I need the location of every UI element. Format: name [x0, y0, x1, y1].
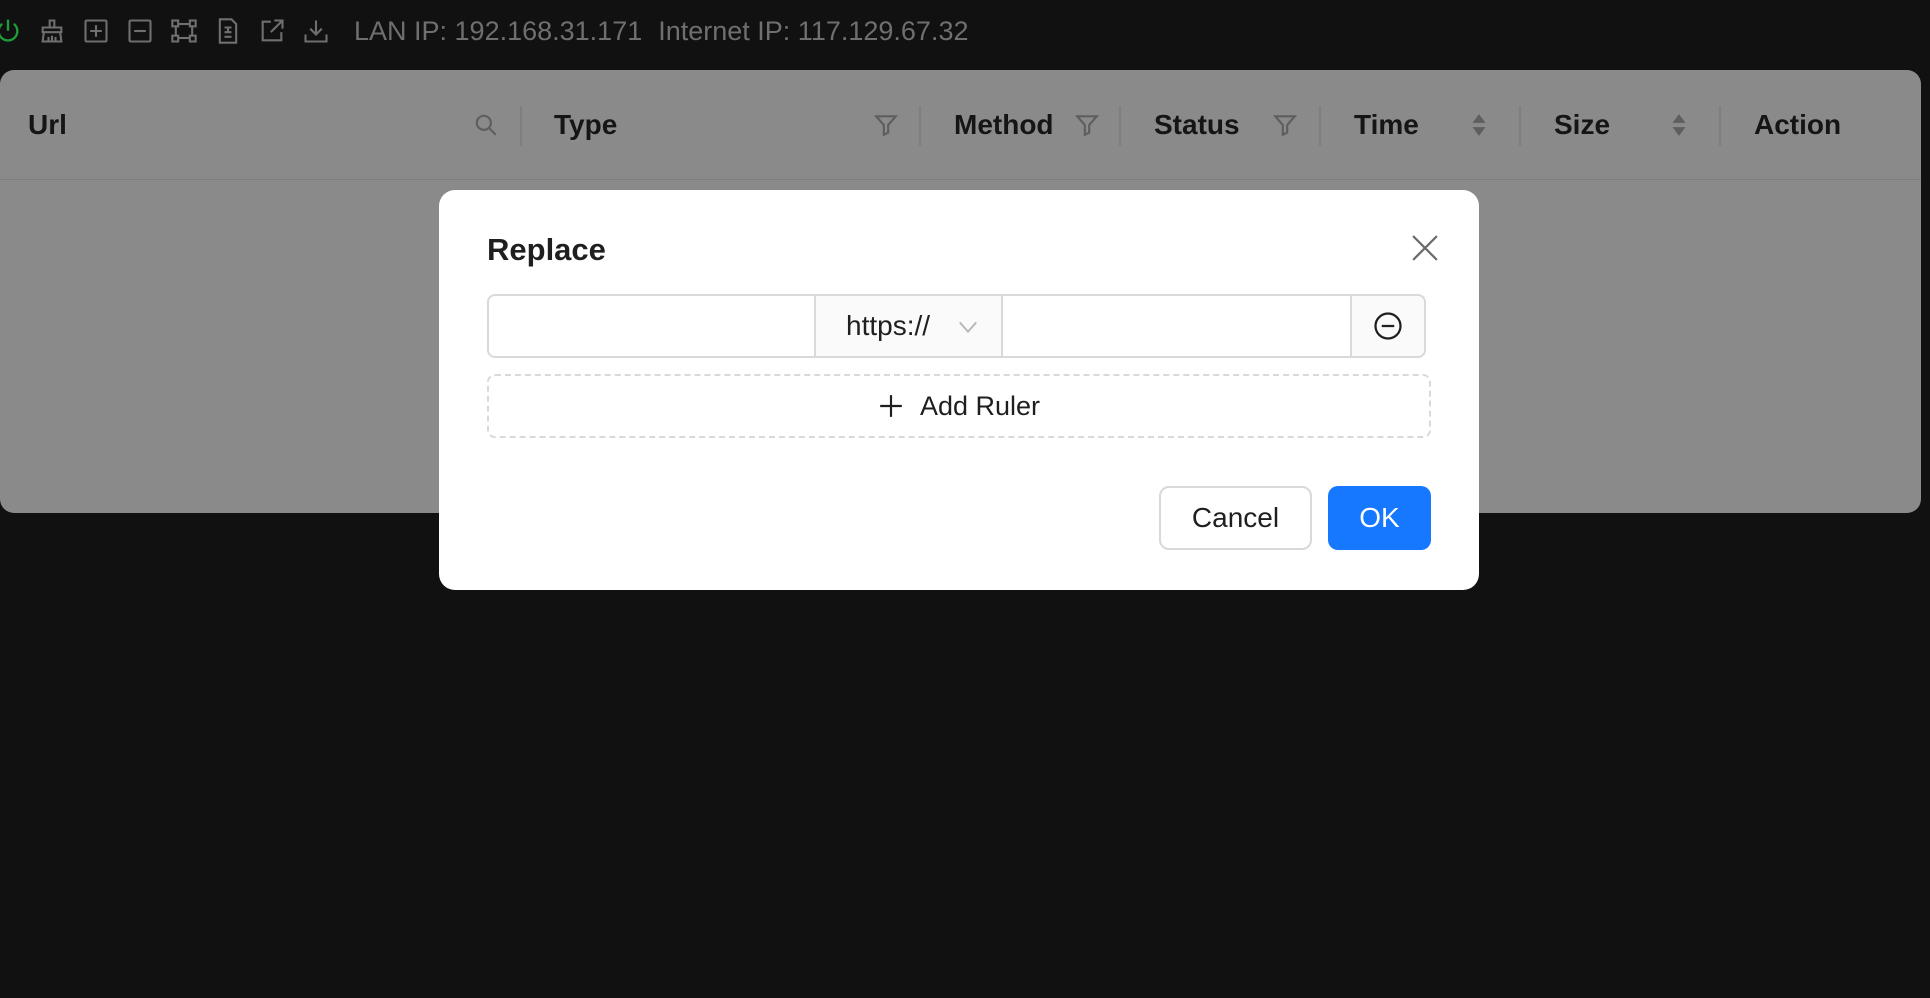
column-header-type[interactable]: Type	[522, 70, 921, 179]
power-icon[interactable]	[0, 15, 24, 47]
column-label: Action	[1754, 108, 1842, 140]
column-label: Status	[1154, 108, 1240, 140]
full-screen-icon[interactable]	[168, 15, 200, 47]
modal-title: Replace	[487, 232, 606, 267]
cancel-button[interactable]: Cancel	[1159, 486, 1312, 550]
column-header-status[interactable]: Status	[1121, 70, 1321, 179]
toolbar: LAN IP: 192.168.31.171 Internet IP: 117.…	[0, 0, 1930, 62]
internet-ip-label: Internet IP: 117.129.67.32	[658, 15, 969, 46]
protocol-select[interactable]: https://	[814, 294, 1003, 358]
search-icon[interactable]	[472, 111, 500, 139]
expand-all-icon[interactable]	[80, 15, 112, 47]
close-button[interactable]	[1407, 230, 1443, 266]
download-icon[interactable]	[300, 15, 332, 47]
copy-file-icon[interactable]	[212, 15, 244, 47]
column-header-time[interactable]: Time	[1321, 70, 1521, 179]
chevron-down-icon	[959, 321, 977, 333]
ok-button[interactable]: OK	[1328, 486, 1431, 550]
open-external-icon[interactable]	[256, 15, 288, 47]
protocol-value: https://	[846, 310, 931, 341]
clear-icon[interactable]	[36, 15, 68, 47]
column-header-action: Action	[1721, 70, 1921, 179]
replace-modal: Replace https:// Add Ruler Cancel OK	[439, 190, 1479, 590]
sort-icon[interactable]	[1665, 111, 1693, 139]
column-label: Type	[554, 108, 618, 140]
plus-icon	[880, 395, 902, 417]
column-label: Url	[28, 108, 67, 140]
close-icon	[1412, 235, 1438, 261]
filter-icon[interactable]	[1271, 111, 1299, 139]
match-input[interactable]	[487, 294, 816, 358]
lan-ip-label: LAN IP: 192.168.31.171	[354, 15, 643, 46]
target-input[interactable]	[1001, 294, 1352, 358]
table-header: Url Type Method Status Time Size Action	[0, 70, 1921, 180]
collapse-all-icon[interactable]	[124, 15, 156, 47]
column-header-url[interactable]: Url	[0, 70, 522, 179]
column-label: Method	[954, 108, 1054, 140]
minus-circle-icon	[1374, 312, 1402, 340]
filter-icon[interactable]	[1073, 111, 1101, 139]
add-ruler-label: Add Ruler	[919, 390, 1041, 421]
rule-row: https://	[487, 294, 1431, 358]
remove-rule-button[interactable]	[1350, 294, 1426, 358]
sort-icon[interactable]	[1465, 111, 1493, 139]
add-ruler-button[interactable]: Add Ruler	[487, 374, 1431, 438]
column-header-method[interactable]: Method	[921, 70, 1121, 179]
column-label: Time	[1354, 108, 1419, 140]
column-header-size[interactable]: Size	[1521, 70, 1721, 179]
column-label: Size	[1554, 108, 1611, 140]
filter-icon[interactable]	[872, 111, 900, 139]
